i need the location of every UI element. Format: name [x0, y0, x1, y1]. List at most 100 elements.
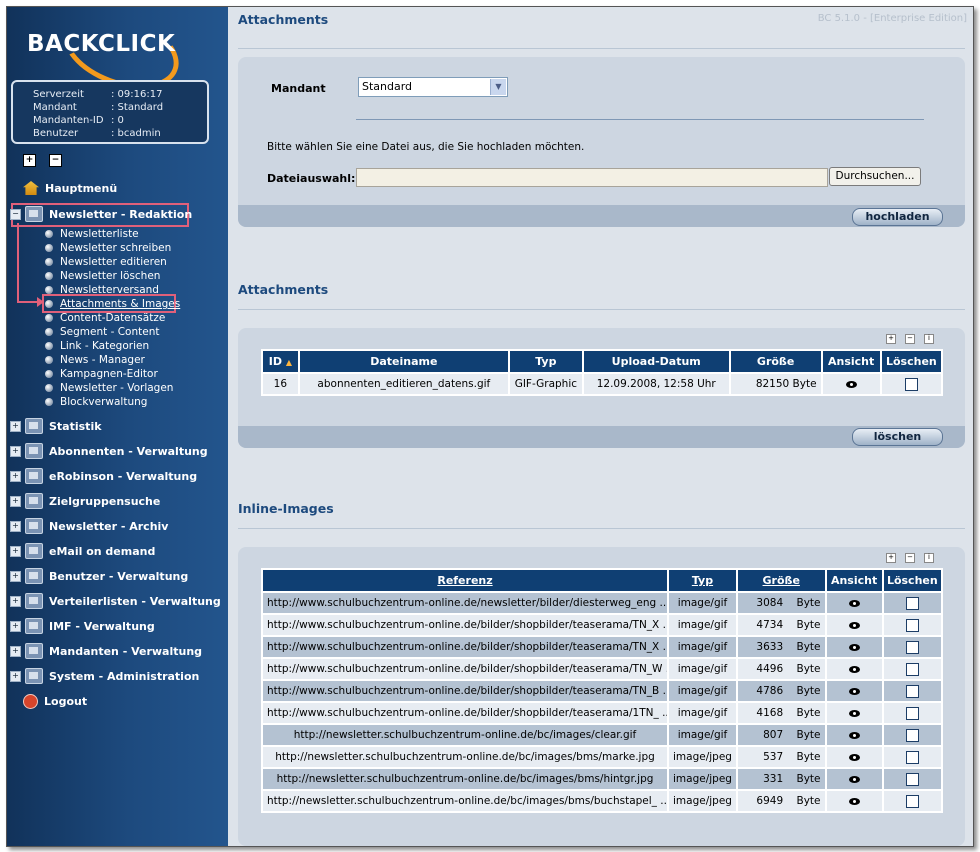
referenz-cell: http://www.schulbuchzentrum-online.de/bi… — [261, 679, 669, 703]
minus-icon[interactable]: − — [905, 553, 915, 563]
expand-icon[interactable]: + — [10, 520, 21, 532]
eye-icon[interactable] — [848, 687, 860, 695]
sub-item-newsletter-editieren[interactable]: Newsletter editieren — [45, 255, 167, 269]
eye-icon[interactable] — [848, 797, 860, 805]
inline-images-table: Referenz Typ Größe Ansicht Löschen http:… — [261, 568, 944, 813]
expand-icon[interactable]: + — [10, 495, 21, 507]
main-content: Attachments BC 5.1.0 - [Enterprise Editi… — [228, 7, 973, 846]
sub-item-link-kategorien[interactable]: Link - Kategorien — [45, 339, 149, 353]
expand-icon[interactable]: + — [10, 470, 21, 482]
table-row: http://newsletter.schulbuchzentrum-onlin… — [261, 767, 944, 791]
sub-item-segment-content[interactable]: Segment - Content — [45, 325, 159, 339]
sub-item-newsletter-loeschen[interactable]: Newsletter löschen — [45, 269, 160, 283]
collapse-icon[interactable]: − — [10, 208, 21, 220]
file-path-input[interactable] — [356, 168, 828, 187]
menu-newsletter-redaktion[interactable]: − Newsletter - Redaktion — [10, 204, 192, 224]
typ-cell: image/gif — [667, 635, 738, 659]
eye-icon[interactable] — [848, 709, 860, 717]
col-typ[interactable]: Typ — [667, 568, 738, 593]
upload-instruction: Bitte wählen Sie eine Datei aus, die Sie… — [267, 141, 585, 153]
eye-icon[interactable] — [848, 731, 860, 739]
bullet-icon — [45, 384, 53, 392]
delete-checkbox[interactable] — [905, 706, 919, 720]
delete-checkbox[interactable] — [905, 794, 919, 808]
sub-item-blockverwaltung[interactable]: Blockverwaltung — [45, 395, 147, 409]
delete-checkbox[interactable] — [904, 377, 918, 391]
menu-imf-verwaltung[interactable]: + IMF - Verwaltung — [10, 616, 155, 636]
folder-icon — [25, 493, 43, 509]
expand-icon[interactable]: + — [10, 620, 21, 632]
sub-item-newsletter-schreiben[interactable]: Newsletter schreiben — [45, 241, 171, 255]
sub-item-newsletterliste[interactable]: Newsletterliste — [45, 227, 139, 241]
sub-item-content-datensaetze[interactable]: Content-Datensätze — [45, 311, 165, 325]
folder-icon — [25, 668, 43, 684]
referenz-cell: http://www.schulbuchzentrum-online.de/bi… — [261, 613, 669, 637]
delete-checkbox[interactable] — [905, 684, 919, 698]
delete-button[interactable]: löschen — [852, 428, 943, 446]
groesse-cell: 3084 Byte — [735, 591, 827, 615]
expand-icon[interactable]: + — [10, 570, 21, 582]
menu-verteilerlisten-verwaltung[interactable]: + Verteilerlisten - Verwaltung — [10, 591, 221, 611]
folder-icon — [25, 518, 43, 534]
menu-newsletter-archiv[interactable]: + Newsletter - Archiv — [10, 516, 168, 536]
menu-system-administration[interactable]: + System - Administration — [10, 666, 199, 686]
version-label: BC 5.1.0 - [Enterprise Edition] — [817, 13, 967, 24]
mandant-select-value: Standard — [362, 80, 413, 93]
eye-icon[interactable] — [848, 753, 860, 761]
mandant-select[interactable]: Standard ▼ — [358, 77, 508, 97]
col-referenz[interactable]: Referenz — [261, 568, 669, 593]
expand-icon[interactable]: + — [10, 645, 21, 657]
menu-email-on-demand[interactable]: + eMail on demand — [10, 541, 155, 561]
sub-item-attachments-images[interactable]: Attachments & Images — [45, 297, 180, 311]
eye-icon[interactable] — [848, 643, 860, 651]
eye-icon[interactable] — [848, 665, 860, 673]
info-icon[interactable]: i — [924, 334, 934, 344]
sub-item-news-manager[interactable]: News - Manager — [45, 353, 145, 367]
menu-erobinson-verwaltung[interactable]: + eRobinson - Verwaltung — [10, 466, 197, 486]
delete-checkbox[interactable] — [905, 750, 919, 764]
col-groesse[interactable]: Größe — [735, 568, 827, 593]
minus-icon[interactable]: − — [905, 334, 915, 344]
delete-checkbox[interactable] — [905, 618, 919, 632]
menu-home[interactable]: Hauptmenü — [23, 178, 117, 198]
plus-icon[interactable]: + — [886, 334, 896, 344]
groesse-cell: 6949 Byte — [735, 789, 827, 813]
menu-benutzer-verwaltung[interactable]: + Benutzer - Verwaltung — [10, 566, 188, 586]
info-icon[interactable]: i — [924, 553, 934, 563]
delete-checkbox[interactable] — [905, 596, 919, 610]
plus-icon[interactable]: + — [886, 553, 896, 563]
eye-icon[interactable] — [848, 775, 860, 783]
browse-button[interactable]: Durchsuchen... — [829, 167, 921, 186]
typ-cell: image/gif — [667, 723, 738, 747]
chevron-down-icon[interactable]: ▼ — [490, 79, 506, 95]
menu-home-label: Hauptmenü — [45, 181, 118, 195]
sub-item-newsletter-vorlagen[interactable]: Newsletter - Vorlagen — [45, 381, 173, 395]
expand-icon[interactable]: + — [10, 545, 21, 557]
eye-icon[interactable] — [848, 599, 860, 607]
menu-mandanten-verwaltung[interactable]: + Mandanten - Verwaltung — [10, 641, 202, 661]
menu-statistik[interactable]: + Statistik — [10, 416, 102, 436]
expand-icon[interactable]: + — [10, 420, 21, 432]
groesse-cell: 537 Byte — [735, 745, 827, 769]
sidebar: BACKCLICK Serverzeit: 09:16:17 Mandant: … — [7, 7, 228, 846]
menu-logout[interactable]: Logout — [23, 691, 87, 711]
menu-abonnenten-verwaltung[interactable]: + Abonnenten - Verwaltung — [10, 441, 208, 461]
delete-checkbox[interactable] — [905, 772, 919, 786]
delete-checkbox[interactable] — [905, 640, 919, 654]
eye-icon[interactable] — [845, 380, 857, 388]
sort-asc-icon[interactable]: ▲ — [286, 358, 292, 367]
delete-checkbox[interactable] — [905, 662, 919, 676]
eye-icon[interactable] — [848, 621, 860, 629]
delete-checkbox[interactable] — [905, 728, 919, 742]
col-id[interactable]: ID ▲ — [261, 349, 300, 374]
expand-icon[interactable]: + — [10, 595, 21, 607]
sub-item-kampagnen-editor[interactable]: Kampagnen-Editor — [45, 367, 158, 381]
expand-icon[interactable]: + — [10, 445, 21, 457]
home-icon — [23, 181, 39, 195]
collapse-all-icon[interactable]: − — [49, 154, 62, 167]
expand-icon[interactable]: + — [10, 670, 21, 682]
groesse-cell: 4496 Byte — [735, 657, 827, 681]
menu-zielgruppensuche[interactable]: + Zielgruppensuche — [10, 491, 160, 511]
expand-all-icon[interactable]: + — [23, 154, 36, 167]
upload-button[interactable]: hochladen — [852, 208, 943, 226]
